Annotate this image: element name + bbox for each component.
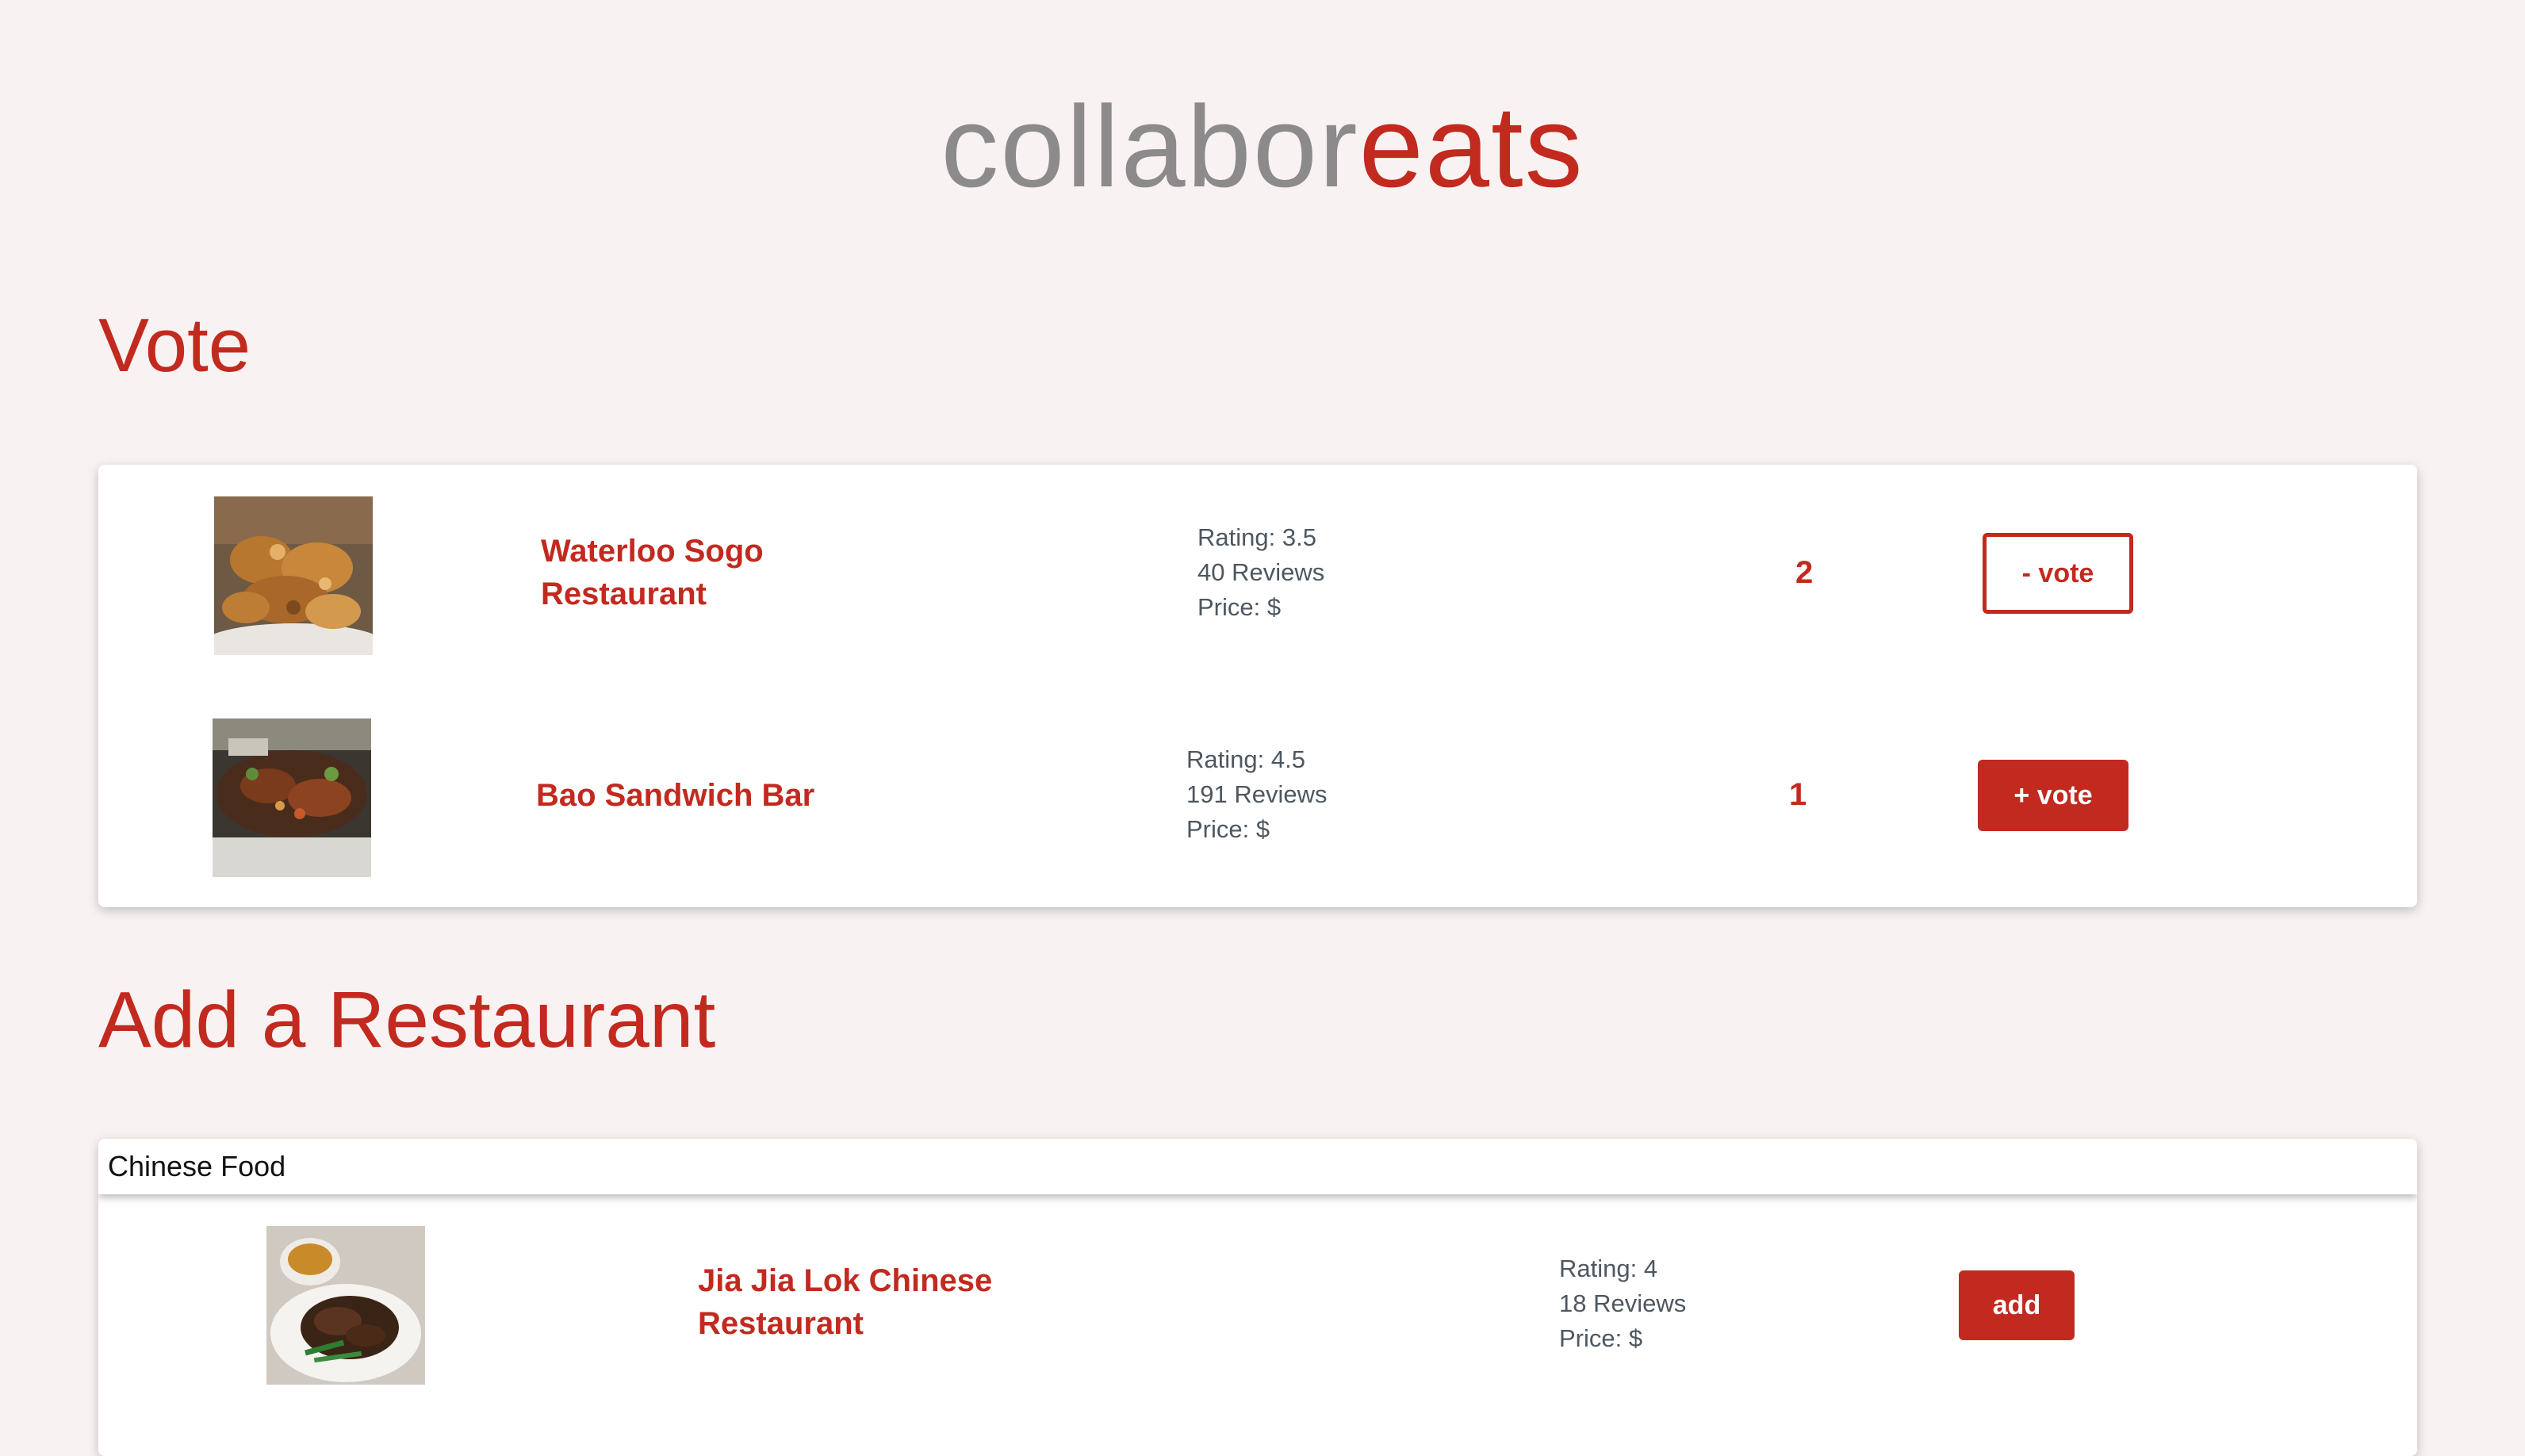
price-text: Price: $ <box>1197 593 1282 621</box>
vote-list-card: Waterloo Sogo Restaurant Rating: 3.5 40 … <box>98 465 2417 907</box>
rating-text: Rating: 3.5 <box>1197 523 1316 551</box>
restaurant-photo <box>213 718 371 877</box>
vote-count: 2 <box>1795 555 1814 590</box>
food-photo-image <box>266 1226 425 1385</box>
restaurant-stats: Rating: 4 18 Reviews Price: $ <box>1559 1251 1686 1356</box>
restaurant-name[interactable]: Bao Sandwich Bar <box>536 774 948 817</box>
add-restaurant-card: Jia Jia Lok Chinese Restaurant Rating: 4… <box>98 1139 2417 1456</box>
logo-text-eats: eats <box>1358 82 1584 211</box>
add-section-title: Add a Restaurant <box>98 975 716 1064</box>
price-text: Price: $ <box>1186 815 1270 843</box>
food-photo-image <box>214 496 373 655</box>
add-vote-button[interactable]: + vote <box>1978 760 2128 831</box>
price-text: Price: $ <box>1559 1324 1643 1352</box>
app-logo: collaboreats <box>0 89 2525 205</box>
reviews-count: 40 Reviews <box>1197 558 1325 586</box>
restaurant-photo <box>214 496 373 655</box>
restaurant-name[interactable]: Waterloo Sogo Restaurant <box>541 530 921 615</box>
restaurant-stats: Rating: 3.5 40 Reviews Price: $ <box>1197 520 1324 625</box>
food-photo-image <box>213 718 371 877</box>
add-restaurant-button[interactable]: add <box>1959 1270 2075 1340</box>
reviews-count: 18 Reviews <box>1559 1289 1687 1317</box>
restaurant-search-input[interactable] <box>98 1139 2417 1194</box>
restaurant-name[interactable]: Jia Jia Lok Chinese Restaurant <box>698 1259 1110 1345</box>
logo-text-collabor: collabor <box>941 82 1359 211</box>
rating-text: Rating: 4 <box>1559 1255 1658 1282</box>
vote-count: 1 <box>1789 777 1807 812</box>
vote-section-title: Vote <box>98 303 251 388</box>
restaurant-stats: Rating: 4.5 191 Reviews Price: $ <box>1186 742 1327 847</box>
reviews-count: 191 Reviews <box>1186 780 1328 808</box>
rating-text: Rating: 4.5 <box>1186 745 1305 773</box>
remove-vote-button[interactable]: - vote <box>1983 533 2133 614</box>
restaurant-photo <box>266 1226 425 1385</box>
